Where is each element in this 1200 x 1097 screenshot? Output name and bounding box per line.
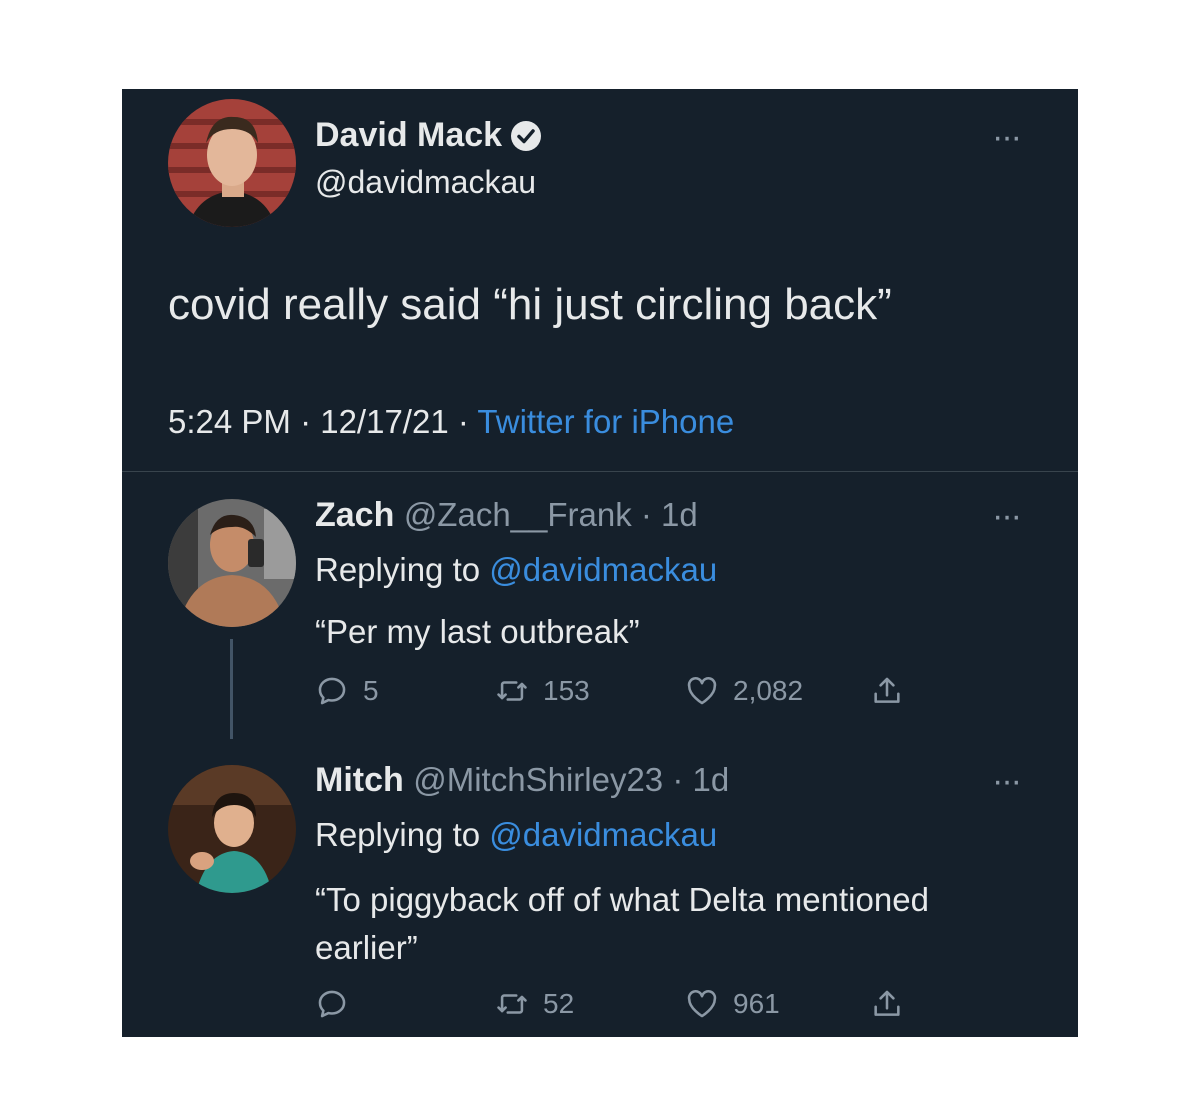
share-button[interactable] [870,987,918,1021]
retweet-count: 153 [543,675,590,706]
reply-actions: 5 153 2,082 [315,674,1035,714]
reply-icon [318,677,346,705]
more-icon[interactable]: ··· [992,764,1022,798]
reply-button[interactable] [315,987,363,1021]
reply-author-name[interactable]: Zach [315,496,394,534]
retweet-button[interactable]: 52 [495,987,574,1021]
reply-author-name[interactable]: Mitch [315,761,404,799]
retweet-icon [497,994,527,1014]
replying-handle[interactable]: @davidmackau [489,551,717,588]
like-button[interactable]: 2,082 [685,674,803,708]
replying-prefix: Replying to [315,816,490,853]
reply-text: “To piggyback off of what Delta mentione… [315,881,929,966]
retweet-count: 52 [543,988,575,1019]
avatar-david-mack[interactable] [168,99,296,227]
avatar-mitch[interactable] [168,765,296,893]
thread-connector [230,639,233,739]
reply-icon [318,990,346,1018]
reply-handle-time[interactable]: @MitchShirley23 · 1d [413,761,729,798]
divider [122,471,1078,472]
like-count: 961 [733,988,780,1019]
retweet-icon [497,681,527,701]
share-icon [874,677,900,703]
replying-prefix: Replying to [315,551,490,588]
reply-handle-time[interactable]: @Zach__Frank · 1d [404,496,698,533]
reply-text: “Per my last outbreak” [315,613,640,650]
replying-to: Replying to @davidmackau [315,551,717,589]
retweet-button[interactable]: 153 [495,674,590,708]
main-author: David Mack [315,116,542,155]
tweet-source[interactable]: Twitter for iPhone [477,403,734,440]
more-icon[interactable]: ··· [992,120,1022,154]
tweet-text: covid really said “hi just circling back… [168,280,892,329]
reply-actions: 52 961 [315,987,1035,1027]
tweet-meta: 5:24 PM · 12/17/21 · Twitter for iPhone [168,403,734,441]
like-icon [687,990,717,1018]
like-button[interactable]: 961 [685,987,780,1021]
like-count: 2,082 [733,675,804,706]
verified-badge-icon [510,120,542,152]
tweet-time[interactable]: 5:24 PM · 12/17/21 · [168,403,477,440]
avatar-zach[interactable] [168,499,296,627]
reply-header: Zach @Zach__Frank · 1d [315,496,698,535]
replying-to: Replying to @davidmackau [315,816,717,854]
reply-count: 5 [363,675,379,706]
tweet-card: David Mack @davidmackau ··· covid really… [122,89,1078,1037]
more-icon[interactable]: ··· [992,499,1022,533]
replying-handle[interactable]: @davidmackau [489,816,717,853]
share-icon [874,990,900,1016]
reply-button[interactable]: 5 [315,674,379,708]
reply-header: Mitch @MitchShirley23 · 1d [315,761,729,800]
like-icon [687,677,717,705]
share-button[interactable] [870,674,918,708]
author-name[interactable]: David Mack [315,116,502,155]
author-handle[interactable]: @davidmackau [315,164,536,201]
